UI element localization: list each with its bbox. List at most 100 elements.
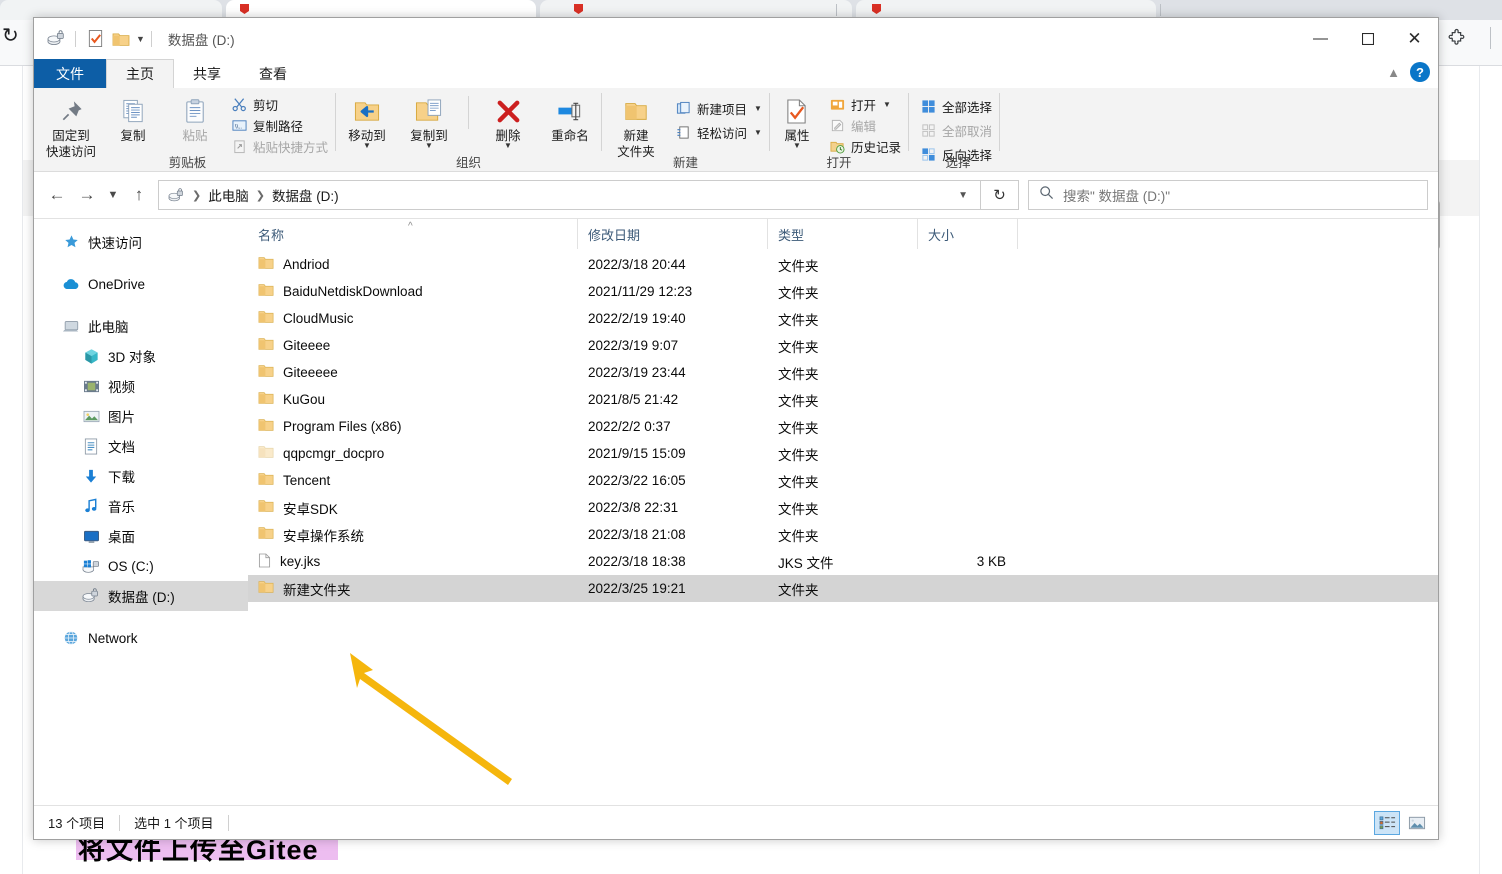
cell-type: 文件夹 (778, 285, 819, 301)
column-header-size[interactable]: 大小 (918, 219, 1018, 249)
close-button[interactable]: ✕ (1391, 18, 1438, 59)
cell-type: 文件夹 (778, 528, 819, 544)
ribbon-group-open: 属性 ▼ 打开 ▼ 编辑 历史记录 打开 (770, 88, 908, 171)
maximize-button[interactable] (1344, 18, 1391, 59)
table-row[interactable]: Andriod 2022/3/18 20:44 文件夹 (248, 251, 1438, 278)
up-button[interactable]: ↑ (124, 180, 154, 210)
new-folder-button[interactable]: 新建 文件夹 (602, 91, 670, 159)
sidebar-item-3d-objects[interactable]: 3D 对象 (34, 341, 248, 371)
tab-share[interactable]: 共享 (174, 59, 240, 88)
reload-icon[interactable]: ↻ (2, 26, 19, 46)
table-row[interactable]: 新建文件夹 2022/3/25 19:21 文件夹 (248, 575, 1438, 602)
toolbar-separator (1490, 27, 1491, 49)
cell-name: 新建文件夹 (248, 579, 578, 599)
cut-button[interactable]: 剪切 (228, 95, 331, 114)
table-row[interactable]: CloudMusic 2022/2/19 19:40 文件夹 (248, 305, 1438, 332)
cell-name: Giteeee (248, 337, 578, 354)
column-header-date[interactable]: 修改日期 (578, 219, 768, 249)
drive-icon[interactable] (43, 26, 69, 52)
chevron-down-icon[interactable]: ▼ (952, 190, 974, 201)
easy-access-caret-icon[interactable]: ▼ (754, 128, 762, 137)
open-button[interactable]: 打开 ▼ (826, 95, 904, 114)
tab-view[interactable]: 查看 (240, 59, 306, 88)
sidebar-item-data-drive[interactable]: 数据盘 (D:) (34, 581, 248, 611)
properties-button[interactable]: 属性 ▼ (770, 91, 824, 150)
qat-separator (150, 30, 152, 47)
sidebar-item-pictures[interactable]: 图片 (34, 401, 248, 431)
table-row[interactable]: KuGou 2021/8/5 21:42 文件夹 (248, 386, 1438, 413)
folder-icon (258, 418, 274, 435)
table-row[interactable]: qqpcmgr_docpro 2021/9/15 15:09 文件夹 (248, 440, 1438, 467)
edit-button[interactable]: 编辑 (826, 116, 904, 135)
sidebar-item-quick-access[interactable]: 快速访问 (34, 227, 248, 257)
file-name: CloudMusic (283, 311, 354, 326)
table-row[interactable]: Giteeee 2022/3/19 9:07 文件夹 (248, 332, 1438, 359)
tab-home[interactable]: 主页 (106, 59, 174, 88)
new-folder-icon[interactable] (108, 26, 134, 52)
cell-date: 2022/3/8 22:31 (588, 500, 679, 515)
sidebar-item-this-pc[interactable]: 此电脑 (34, 311, 248, 341)
folder-icon (258, 472, 274, 489)
cell-date: 2022/3/25 19:21 (588, 581, 686, 596)
refresh-button[interactable]: ↻ (981, 180, 1019, 210)
delete-dropdown-icon[interactable]: ▼ (504, 142, 512, 150)
ribbon-body: 固定到 快速访问 复制 粘贴 剪切 \\.. 复制路径 粘贴快捷方式 剪贴板 移… (34, 88, 1438, 172)
sidebar-item-network[interactable]: Network (34, 623, 248, 653)
table-row[interactable]: Tencent 2022/3/22 16:05 文件夹 (248, 467, 1438, 494)
rename-button[interactable]: 重命名 (539, 91, 601, 143)
move-to-dropdown-icon[interactable]: ▼ (363, 142, 371, 150)
copy-button[interactable]: 复制 (102, 91, 164, 143)
column-header-name[interactable]: 名称 ^ (248, 219, 578, 249)
new-item-button[interactable]: 新建项目 ▼ (672, 99, 765, 118)
open-caret-icon[interactable]: ▼ (883, 100, 891, 109)
file-name: Andriod (283, 257, 330, 272)
tab-file[interactable]: 文件 (34, 59, 106, 88)
table-row[interactable]: 安卓SDK 2022/3/8 22:31 文件夹 (248, 494, 1438, 521)
file-name: KuGou (283, 392, 326, 407)
sidebar-item-downloads[interactable]: 下载 (34, 461, 248, 491)
qat-customize-caret-icon[interactable]: ▼ (136, 34, 145, 44)
paste-button[interactable]: 粘贴 (164, 91, 226, 143)
sidebar-item-videos[interactable]: 视频 (34, 371, 248, 401)
select-all-button[interactable]: 全部选择 (917, 97, 995, 116)
breadcrumb-data-drive[interactable]: 数据盘 (D:) (272, 185, 339, 205)
chevron-up-icon[interactable]: ▲ (1387, 65, 1400, 80)
copy-to-dropdown-icon[interactable]: ▼ (425, 142, 433, 150)
sidebar-item-onedrive[interactable]: OneDrive (34, 269, 248, 299)
breadcrumb-this-pc[interactable]: 此电脑 (208, 185, 249, 205)
sidebar-item-music[interactable]: 音乐 (34, 491, 248, 521)
column-header-type[interactable]: 类型 (768, 219, 918, 249)
pin-to-quick-access-button[interactable]: 固定到 快速访问 (40, 91, 102, 159)
puzzle-icon[interactable] (1448, 28, 1467, 51)
copy-path-button[interactable]: \\.. 复制路径 (228, 116, 331, 135)
table-row[interactable]: BaiduNetdiskDownload 2021/11/29 12:23 文件夹 (248, 278, 1438, 305)
new-item-caret-icon[interactable]: ▼ (754, 104, 762, 113)
move-to-button[interactable]: 移动到 ▼ (336, 91, 398, 150)
properties-dropdown-icon[interactable]: ▼ (793, 142, 801, 150)
table-row[interactable]: key.jks 2022/3/18 18:38 JKS 文件 3 KB (248, 548, 1438, 575)
new-item-icon (675, 100, 692, 117)
sidebar-item-documents[interactable]: 文档 (34, 431, 248, 461)
table-row[interactable]: Giteeeee 2022/3/19 23:44 文件夹 (248, 359, 1438, 386)
search-input[interactable]: 搜索" 数据盘 (D:)" (1028, 180, 1428, 210)
sidebar-item-desktop[interactable]: 桌面 (34, 521, 248, 551)
minimize-button[interactable]: — (1297, 18, 1344, 59)
table-row[interactable]: 安卓操作系统 2022/3/18 21:08 文件夹 (248, 521, 1438, 548)
easy-access-button[interactable]: 轻松访问 ▼ (672, 123, 765, 142)
properties-icon[interactable] (82, 26, 108, 52)
tab-separator (836, 4, 837, 16)
copy-path-icon: \\.. (231, 117, 248, 134)
back-button[interactable]: ← (42, 180, 72, 210)
delete-button[interactable]: 删除 ▼ (477, 91, 539, 150)
select-none-button[interactable]: 全部取消 (917, 121, 995, 140)
forward-button[interactable]: → (72, 180, 102, 210)
help-button[interactable]: ? (1410, 62, 1430, 82)
sort-ascending-icon: ^ (408, 221, 413, 232)
copy-to-button[interactable]: 复制到 ▼ (398, 91, 460, 150)
sidebar-item-os-c[interactable]: OS (C:) (34, 551, 248, 581)
large-icons-view-button[interactable] (1404, 811, 1430, 835)
recent-locations-button[interactable]: ▼ (102, 180, 124, 210)
details-view-button[interactable] (1374, 810, 1400, 835)
address-input[interactable]: ❯ 此电脑 ❯ 数据盘 (D:) ▼ (158, 180, 981, 210)
table-row[interactable]: Program Files (x86) 2022/2/2 0:37 文件夹 (248, 413, 1438, 440)
